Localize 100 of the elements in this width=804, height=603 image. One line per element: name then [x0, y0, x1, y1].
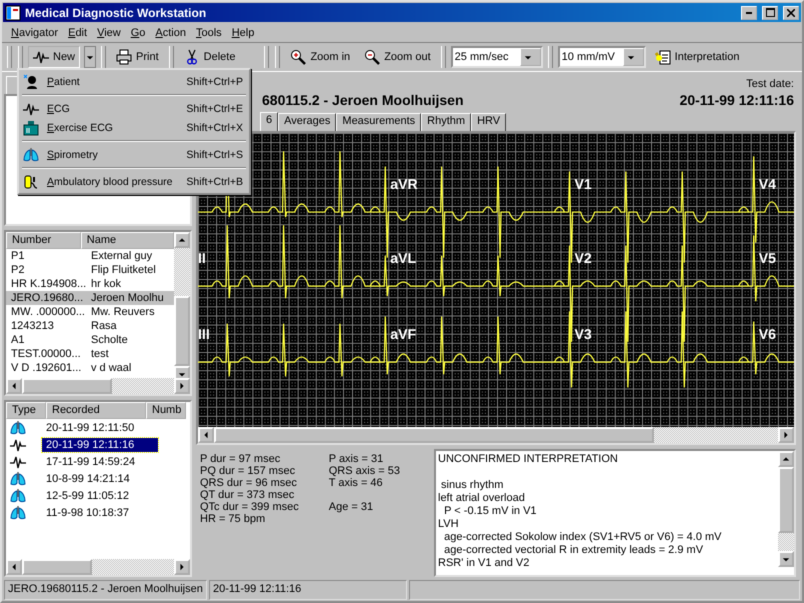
tab[interactable]: HRV — [471, 113, 506, 131]
measurement-text: QRS axis = 53 — [328, 465, 400, 477]
maximize-button[interactable] — [762, 6, 778, 20]
column-header[interactable]: Recorded — [46, 402, 146, 419]
scrollbar-thumb[interactable] — [22, 559, 92, 575]
patient-row[interactable]: P1 External guy — [6, 249, 174, 263]
blood-pressure-icon — [23, 174, 39, 190]
tab[interactable]: 6 — [260, 112, 278, 132]
patient-row[interactable]: A1 Scholte — [6, 333, 174, 347]
menu-option[interactable]: Spirometry Shift+Ctrl+S — [21, 145, 247, 164]
scroll-down-button[interactable] — [778, 551, 794, 567]
record-row[interactable]: 11-9-98 10:18:37 — [6, 504, 190, 521]
zoom-in-icon — [290, 49, 306, 65]
measurement-text: PQ dur = 157 msec — [200, 465, 296, 477]
lead-label: V3 — [574, 326, 592, 342]
menu-option[interactable]: Ambulatory blood pressure Shift+Ctrl+B — [21, 172, 247, 191]
dropdown-button[interactable] — [84, 46, 96, 68]
patient-row[interactable]: TEST.00000... test — [6, 347, 174, 361]
delete-button[interactable]: Delete — [178, 46, 240, 68]
close-icon — [787, 8, 795, 16]
waveform-icon — [33, 49, 49, 65]
menu-item[interactable]: Go — [126, 26, 150, 38]
record-row[interactable]: 10-8-99 14:21:14 — [6, 470, 190, 487]
zoom-out-button[interactable]: Zoom out — [359, 46, 436, 68]
speed-dropdown[interactable]: 25 mm/sec — [450, 46, 543, 68]
app-icon — [5, 4, 21, 20]
caret-right-icon — [178, 563, 186, 571]
patient-title: 680115.2 - Jeroen Moolhuijsen — [262, 92, 464, 110]
patient-row[interactable]: P2 Flip Fluitketel — [6, 263, 174, 277]
scroll-right-button[interactable] — [778, 427, 794, 443]
scrollbar-thumb[interactable] — [778, 467, 794, 533]
scroll-right-button[interactable] — [174, 559, 190, 575]
scrollbar-thumb[interactable] — [22, 378, 112, 394]
device-icon — [23, 120, 39, 136]
column-header[interactable]: Name — [80, 232, 174, 249]
menu-item[interactable]: Help — [226, 26, 260, 38]
zoom-in-button[interactable]: Zoom in — [285, 46, 356, 68]
lead-label: aVL — [390, 250, 416, 266]
caret-down-icon — [627, 53, 636, 61]
menu-item[interactable]: Navigator — [6, 26, 64, 38]
gain-dropdown[interactable]: 10 mm/mV — [558, 46, 646, 68]
menu-option[interactable]: Exercise ECG Shift+Ctrl+X — [21, 118, 247, 137]
menu-item[interactable]: Tools — [191, 26, 227, 38]
interpretation-line: left atrial overload — [438, 492, 526, 505]
new-button[interactable]: New — [28, 46, 80, 68]
menu-option[interactable]: Patient Shift+Ctrl+P — [21, 72, 247, 91]
menu-item[interactable]: View — [92, 26, 126, 38]
scroll-up-button[interactable] — [778, 451, 794, 467]
column-header[interactable]: Numb — [146, 402, 186, 419]
record-row[interactable]: 12-5-99 11:05:12 — [6, 487, 190, 504]
patient-row[interactable]: 1243213 Rasa — [6, 319, 174, 333]
measurement-text: QT dur = 373 msec — [200, 489, 296, 501]
maximize-icon — [766, 8, 774, 17]
interpretation-button[interactable]: Interpretation — [650, 46, 744, 68]
scroll-up-button[interactable] — [174, 232, 190, 248]
scroll-left-button[interactable] — [6, 378, 22, 394]
interpretation-line: LVH — [438, 518, 460, 531]
scrollbar-thumb[interactable] — [214, 427, 654, 443]
lead-label: V2 — [574, 250, 592, 266]
lead-label: V6 — [758, 326, 776, 342]
scrollbar-thumb[interactable] — [174, 296, 190, 366]
column-header[interactable]: Type — [6, 402, 46, 419]
record-row[interactable]: 17-11-99 14:59:24 — [6, 453, 190, 470]
menu-item[interactable]: Edit — [63, 26, 92, 38]
patient-row[interactable]: JERO.19680... Jeroen Moolhu — [6, 291, 174, 305]
lungs-icon — [23, 146, 39, 162]
scroll-left-button[interactable] — [6, 559, 22, 575]
person-icon — [23, 74, 39, 90]
scroll-right-button[interactable] — [174, 378, 190, 394]
interpretation-line: RSR' in V1 and V2 — [438, 557, 530, 570]
interpretation-box[interactable] — [434, 449, 796, 577]
lead-label: aVR — [390, 176, 418, 192]
column-header[interactable]: Number — [6, 232, 81, 249]
caret-down-icon — [524, 53, 532, 61]
caret-left-icon — [10, 563, 18, 571]
patient-row[interactable]: MW. .000000... Mw. Reuvers — [6, 305, 174, 319]
test-date: 20-11-99 12:11:16 — [680, 92, 794, 110]
scroll-left-button[interactable] — [198, 427, 214, 443]
minimize-button[interactable] — [741, 6, 757, 20]
tab[interactable]: Rhythm — [421, 113, 472, 131]
interpretation-title: UNCONFIRMED INTERPRETATION — [438, 453, 619, 466]
patient-row[interactable]: HR K.194908... hr kok — [6, 277, 174, 291]
patient-row[interactable]: V D .192601... v d waal — [6, 361, 174, 375]
tab[interactable]: Measurements — [336, 113, 422, 131]
interpretation-line: P < -0.15 mV in V1 — [443, 505, 538, 518]
tab[interactable]: Averages — [278, 113, 336, 131]
lungs-icon — [10, 470, 26, 486]
caret-down-icon — [782, 555, 790, 563]
interpretation-line: age-corrected Sokolow index (SV1+RV5 or V6) = 4.0 mV — [443, 531, 722, 544]
close-button[interactable] — [783, 6, 799, 20]
zoom-out-icon — [364, 49, 380, 65]
measurement-text: QTc dur = 399 msec — [200, 501, 299, 513]
minimize-icon — [746, 12, 752, 14]
menu-option[interactable]: ECG Shift+Ctrl+E — [21, 99, 247, 118]
print-button[interactable]: Print — [111, 46, 164, 68]
interpretation-line: sinus rhythm — [440, 479, 504, 492]
record-row[interactable]: 20-11-99 12:11:50 — [6, 419, 190, 436]
menu-item[interactable]: Action — [150, 26, 191, 38]
lead-label: V1 — [574, 176, 592, 192]
lead-label: II — [198, 250, 206, 266]
